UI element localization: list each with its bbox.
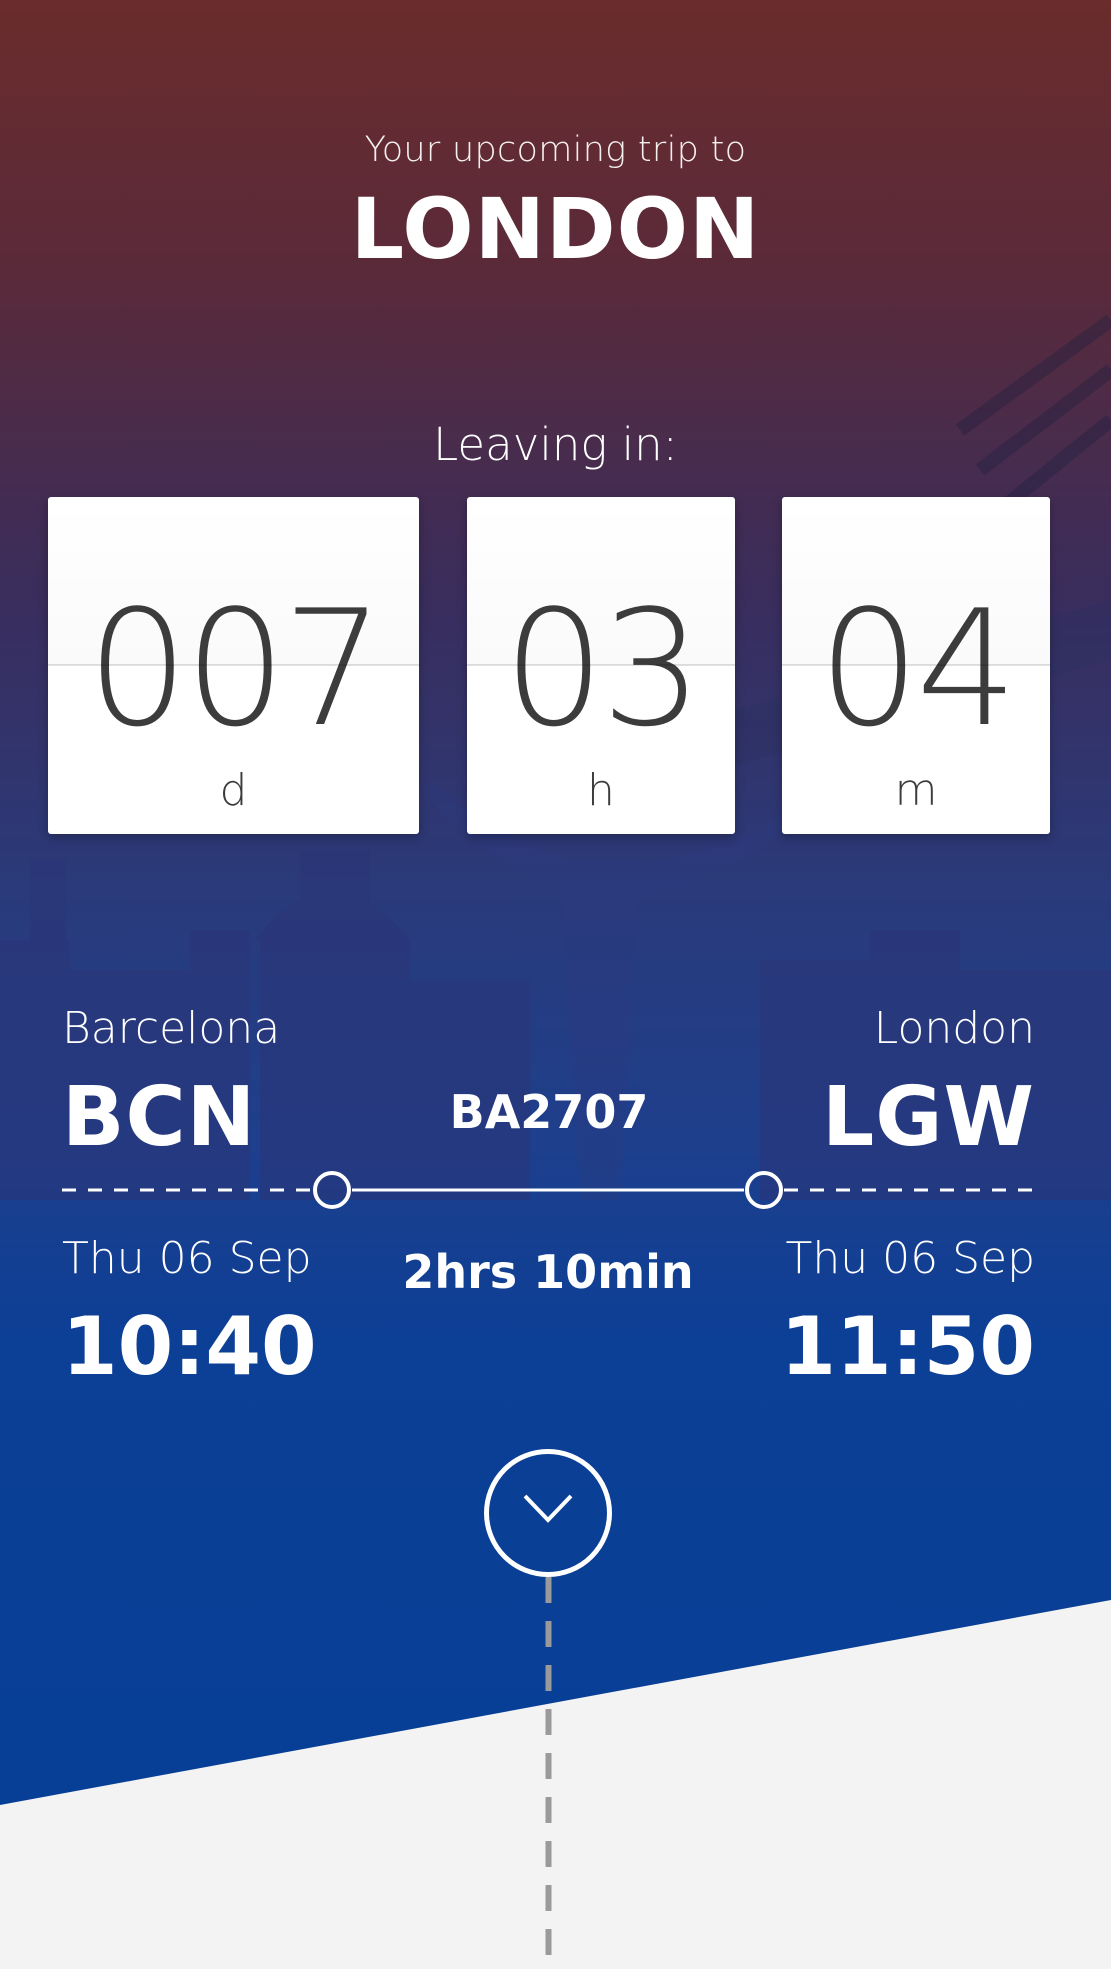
chevron-down-icon [523, 1494, 573, 1523]
destination-code: LGW [821, 1070, 1035, 1165]
card-fold-line [782, 664, 1050, 666]
card-fold-line [48, 664, 419, 666]
countdown-hours-card: 03 h [467, 497, 735, 834]
countdown-label: Leaving in: [433, 418, 678, 471]
countdown-hours-value: 03 [503, 575, 703, 762]
countdown-minutes-card: 04 m [782, 497, 1050, 834]
countdown-days-value: 007 [86, 575, 384, 762]
light-footer-shape [0, 1600, 1111, 1969]
destination-date: Thu 06 Sep [785, 1233, 1035, 1284]
expand-details-button[interactable] [484, 1449, 612, 1577]
countdown-minutes-unit: m [894, 765, 938, 816]
destination-city: London [873, 1003, 1035, 1054]
countdown-days-card: 007 d [48, 497, 419, 834]
card-fold-line [467, 664, 735, 666]
trip-subtitle: Your upcoming trip to [364, 130, 747, 170]
countdown-minutes-value: 04 [818, 575, 1018, 762]
arrival-time: 11:50 [780, 1300, 1035, 1393]
trip-header: Your upcoming trip to LONDON [0, 130, 1111, 278]
timeline-dashed-line [545, 1577, 552, 1969]
origin-city: Barcelona [62, 1003, 281, 1054]
countdown-days-unit: d [219, 765, 248, 816]
departure-time: 10:40 [62, 1300, 317, 1393]
destination-title: LONDON [350, 180, 761, 278]
flight-track [62, 1171, 1035, 1209]
countdown-hours-unit: h [587, 765, 615, 816]
